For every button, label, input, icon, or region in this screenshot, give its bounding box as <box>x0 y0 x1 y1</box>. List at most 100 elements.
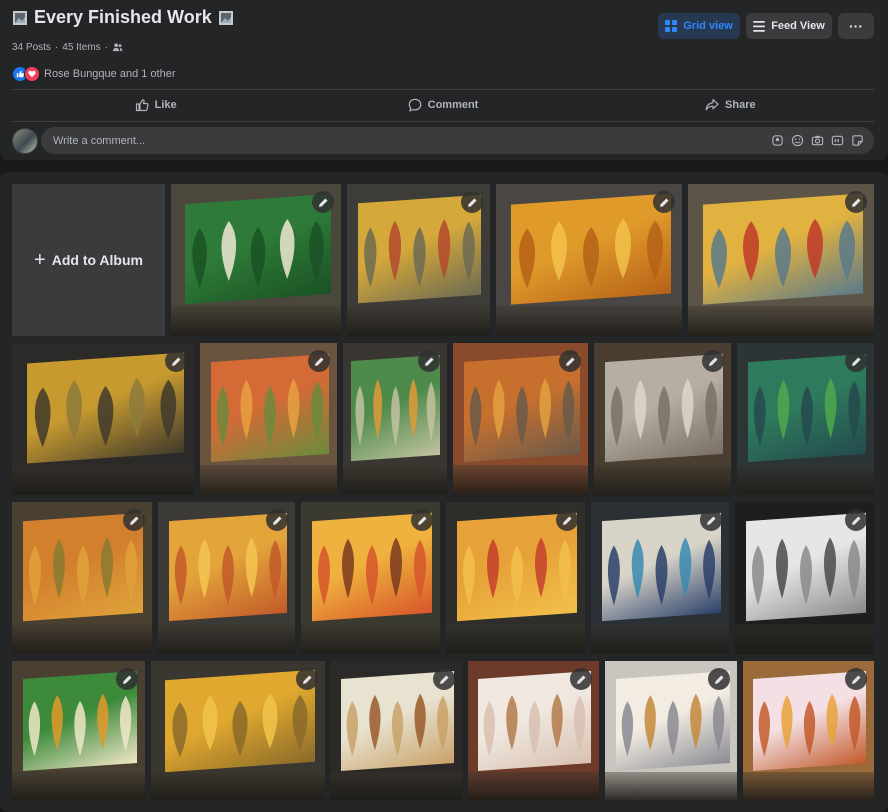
edit-photo-button[interactable] <box>461 191 483 213</box>
add-to-album-button[interactable]: + Add to Album <box>12 184 165 336</box>
painting-canvas <box>748 353 866 463</box>
album-photo-yellow-orange[interactable] <box>158 502 295 654</box>
album-photo-pink-yellow-tulips[interactable] <box>743 661 874 800</box>
album-photo-green-orange-leaves[interactable] <box>12 661 145 800</box>
comment-input[interactable] <box>51 133 771 148</box>
album-photo-yellow-red-tulips[interactable] <box>347 184 490 336</box>
album-photo-green-orange-small[interactable] <box>343 343 447 495</box>
album-photo-yellow-brown-tulips[interactable] <box>301 502 440 654</box>
edit-photo-button[interactable] <box>312 191 334 213</box>
meta-separator: · <box>54 42 59 53</box>
studio-floor <box>605 772 737 800</box>
edit-photo-button[interactable] <box>559 350 581 372</box>
edit-photo-button[interactable] <box>700 509 722 531</box>
painting-canvas <box>457 512 577 622</box>
album-photo-yellow-red-buds[interactable] <box>688 184 874 336</box>
comment-box <box>41 127 874 154</box>
edit-photo-button[interactable] <box>702 350 724 372</box>
leaf-shape <box>53 538 65 599</box>
post-actions: Like Comment Share <box>12 92 874 118</box>
edit-photo-button[interactable] <box>418 350 440 372</box>
painting-motif <box>752 537 860 606</box>
studio-floor <box>331 772 462 800</box>
leaf-shape <box>511 545 523 605</box>
painting-canvas <box>703 193 863 305</box>
leaf-shape <box>77 545 89 605</box>
reaction-text: Rose Bungque and 1 other <box>44 68 176 80</box>
painting-motif <box>318 537 426 606</box>
album-photo-orange-red-green[interactable] <box>200 343 337 495</box>
feed-view-button[interactable]: Feed View <box>746 13 832 39</box>
friends-icon <box>112 43 123 52</box>
camera-icon[interactable] <box>811 134 824 147</box>
edit-photo-button[interactable] <box>653 191 675 213</box>
leaf-shape <box>221 221 237 282</box>
album-photo-grey-line-art[interactable] <box>594 343 731 495</box>
edit-photo-button[interactable] <box>165 350 187 372</box>
avatar-sticker-icon[interactable] <box>771 134 784 147</box>
leaf-shape <box>634 379 647 440</box>
edit-photo-button[interactable] <box>116 668 138 690</box>
album-photo-white-rose-petals[interactable] <box>468 661 599 800</box>
album-photo-green-teal[interactable] <box>737 343 874 495</box>
album-photo-orange-leaves[interactable] <box>496 184 682 336</box>
edit-photo-button[interactable] <box>308 350 330 372</box>
album-photo-white-brown-petals[interactable] <box>331 661 462 800</box>
edit-photo-button[interactable] <box>296 668 318 690</box>
grid-view-button[interactable]: Grid view <box>658 13 740 39</box>
edit-photo-button[interactable] <box>570 668 592 690</box>
leaf-shape <box>516 386 528 446</box>
love-reaction-icon <box>24 66 40 82</box>
leaf-shape <box>437 695 449 751</box>
comment-button[interactable]: Comment <box>299 92 586 118</box>
leaf-shape <box>369 694 381 751</box>
leaf-shape <box>777 379 790 440</box>
album-photo-portrait-drawing[interactable] <box>591 502 729 654</box>
avatar[interactable] <box>12 128 38 154</box>
edit-photo-button[interactable] <box>433 668 455 690</box>
leaf-shape <box>615 218 631 279</box>
leaf-shape <box>287 378 300 439</box>
more-options-button[interactable]: ··· <box>838 13 874 39</box>
album-photo-orange-wall-piece[interactable] <box>453 343 588 495</box>
edit-photo-button[interactable] <box>123 509 145 531</box>
leaf-shape <box>826 693 838 749</box>
sticker-icon[interactable] <box>851 134 864 147</box>
leaf-shape <box>807 218 823 279</box>
share-button[interactable]: Share <box>587 92 874 118</box>
leaf-shape <box>848 539 860 600</box>
album-photo-orange-olive[interactable] <box>12 502 152 654</box>
leaf-shape <box>539 378 551 439</box>
picture-frame-icon <box>13 10 27 25</box>
edit-photo-button[interactable] <box>266 509 288 531</box>
edit-photo-button[interactable] <box>845 350 867 372</box>
edit-photo-button[interactable] <box>845 191 867 213</box>
emoji-icon[interactable] <box>791 134 804 147</box>
more-icon: ··· <box>849 18 863 34</box>
album-photo-dark-yellow-leaves[interactable] <box>12 343 194 495</box>
gif-icon[interactable] <box>831 134 844 147</box>
leaf-shape <box>658 386 670 446</box>
album-photo-green-white-leaves[interactable] <box>171 184 341 336</box>
album-photo-orange-red-large[interactable] <box>446 502 585 654</box>
leaf-shape <box>240 379 253 440</box>
painting-canvas <box>464 353 580 463</box>
edit-photo-button[interactable] <box>845 668 867 690</box>
edit-photo-button[interactable] <box>411 509 433 531</box>
album-photo-yellow-mustard[interactable] <box>151 661 325 800</box>
edit-photo-button[interactable] <box>708 668 730 690</box>
edit-photo-button[interactable] <box>845 509 867 531</box>
reaction-summary[interactable]: Rose Bungque and 1 other <box>12 66 176 82</box>
leaf-shape <box>355 385 365 446</box>
leaf-shape <box>414 539 426 600</box>
like-button[interactable]: Like <box>12 92 299 118</box>
leaf-shape <box>66 380 82 441</box>
album-photo-white-brown-wall[interactable] <box>605 661 737 800</box>
meta-separator: · <box>104 42 108 53</box>
post-count: 34 Posts <box>12 42 51 53</box>
studio-floor <box>343 465 447 495</box>
leaf-shape <box>160 379 177 440</box>
edit-photo-button[interactable] <box>556 509 578 531</box>
studio-floor <box>171 306 341 336</box>
album-photo-pencil-portrait[interactable] <box>735 502 874 654</box>
